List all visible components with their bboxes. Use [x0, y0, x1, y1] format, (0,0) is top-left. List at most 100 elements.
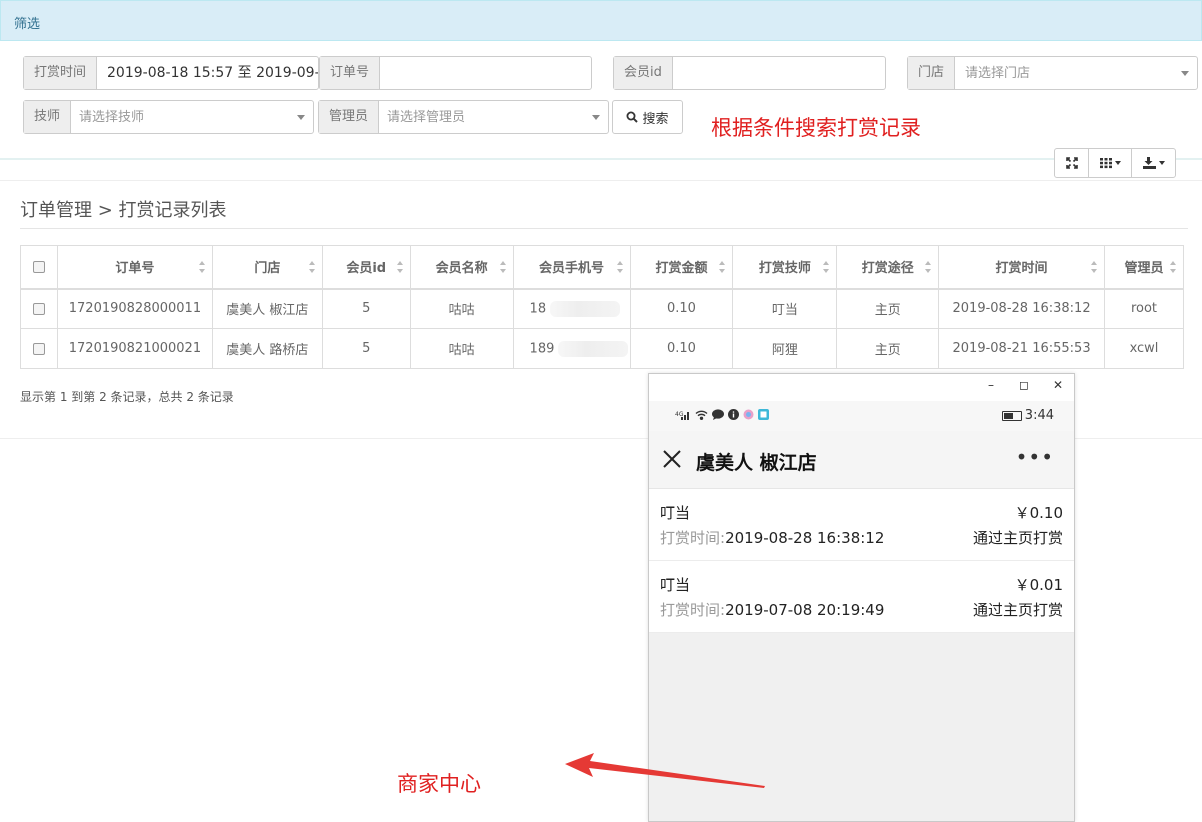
phone-partial: 18: [529, 301, 547, 317]
column-header[interactable]: 会员手机号: [512, 245, 631, 290]
record-amount: ￥0.01: [1014, 576, 1063, 594]
column-header-label: 会员id: [346, 261, 387, 277]
column-header[interactable]: 会员名称: [409, 245, 514, 290]
record-time: 打赏时间:2019-07-08 20:19:49: [660, 599, 884, 620]
column-header[interactable]: 打赏技师: [732, 245, 838, 290]
minimize-icon[interactable]: –: [983, 378, 999, 392]
order-no-input[interactable]: [380, 57, 591, 89]
status-icons: 4G: [675, 409, 769, 420]
amount-cell: 0.10: [629, 288, 734, 329]
technician-field[interactable]: 技师 请选择技师: [23, 100, 314, 134]
channel-cell: 主页: [836, 288, 940, 329]
list-item[interactable]: 叮当 ￥0.10 打赏时间:2019-08-28 16:38:12 通过主页打赏: [649, 489, 1074, 561]
search-button-label: 搜索: [642, 110, 669, 126]
column-header-label: 订单号: [115, 261, 155, 277]
message-icon: [712, 409, 724, 420]
admin-select[interactable]: 请选择管理员: [379, 101, 608, 133]
reward-time-field[interactable]: 打赏时间 2019-08-18 15:57 至 2019-09-18 15:57: [23, 56, 319, 90]
record-channel: 通过主页打赏: [972, 601, 1063, 619]
row-checkbox[interactable]: [32, 302, 45, 315]
member-id-input[interactable]: [673, 57, 885, 89]
member-id-label: 会员id: [614, 57, 673, 89]
column-header-label: 打赏途径: [861, 261, 914, 277]
search-annotation: 根据条件搜索打赏记录: [711, 116, 921, 140]
record-amount: ￥0.10: [1014, 504, 1063, 522]
page: 筛选 打赏时间 2019-08-18 15:57 至 2019-09-18 15…: [0, 0, 1202, 822]
column-header-label: 打赏技师: [758, 261, 811, 277]
app-icon: [743, 409, 754, 420]
select-all-checkbox[interactable]: [32, 260, 45, 273]
search-icon: [626, 111, 639, 123]
row-select-cell: [20, 288, 58, 329]
sort-icon: [1090, 261, 1098, 273]
store-cell: 虞美人 椒江店: [211, 288, 323, 329]
order-no-field[interactable]: 订单号: [319, 56, 592, 90]
row-checkbox[interactable]: [32, 342, 45, 355]
admin-placeholder: 请选择管理员: [387, 110, 466, 125]
amount-cell: 0.10: [629, 328, 734, 369]
export-icon: [1142, 157, 1156, 169]
column-header[interactable]: 打赏时间: [938, 245, 1105, 290]
close-window-icon[interactable]: ✕: [1050, 378, 1066, 392]
redacted-mask: [558, 340, 629, 357]
pagination-info: 显示第 1 到第 2 条记录，总共 2 条记录: [20, 390, 234, 404]
column-header-label: 打赏时间: [995, 261, 1048, 277]
export-button[interactable]: [1132, 149, 1175, 177]
columns-icon: [1099, 158, 1112, 169]
member-name-cell: 咕咕: [409, 328, 514, 369]
phone-status-bar: 4G 3:44: [649, 401, 1074, 431]
member-id-field[interactable]: 会员id: [613, 56, 886, 90]
window-titlebar: – ◻ ✕: [649, 374, 1074, 401]
column-header[interactable]: 打赏金额: [629, 245, 734, 290]
divider: [0, 158, 1202, 160]
technician-placeholder: 请选择技师: [79, 110, 145, 125]
record-time-value: 2019-08-28 16:38:12: [725, 529, 885, 547]
maximize-icon[interactable]: ◻: [1016, 378, 1032, 392]
reward-time-input[interactable]: 2019-08-18 15:57 至 2019-09-18 15:57: [97, 57, 318, 89]
search-button[interactable]: 搜索: [612, 100, 683, 134]
sort-icon: [719, 261, 726, 273]
column-header-label: 打赏金额: [655, 261, 708, 277]
close-icon[interactable]: [663, 450, 681, 468]
store-cell: 虞美人 路桥店: [211, 328, 323, 369]
member-id-cell: 5: [321, 288, 411, 329]
merchant-annotation: 商家中心: [397, 772, 481, 796]
admin-cell: xcwl: [1103, 328, 1185, 369]
record-channel: 通过主页打赏: [972, 529, 1063, 547]
sort-icon: [1170, 261, 1177, 273]
column-header[interactable]: 管理员: [1103, 245, 1185, 290]
column-header-label: 会员名称: [435, 261, 488, 277]
filter-header-label: 筛选: [14, 17, 41, 32]
column-header[interactable]: 会员id: [321, 245, 411, 290]
chevron-down-icon: [297, 115, 305, 120]
column-header[interactable]: 订单号: [56, 245, 213, 290]
store-field[interactable]: 门店 请选择门店: [907, 56, 1198, 90]
table-row[interactable]: 1720190828000011 虞美人 椒江店 5 咕咕 18 0.10 叮当…: [20, 288, 1185, 329]
battery-icon: [1002, 411, 1022, 421]
column-header[interactable]: 打赏途径: [836, 245, 940, 290]
technician-cell: 叮当: [732, 288, 838, 329]
select-all-cell: [20, 245, 58, 290]
svg-text:4G: 4G: [675, 411, 684, 418]
record-time-value: 2019-07-08 20:19:49: [725, 601, 885, 619]
fullscreen-button[interactable]: [1055, 149, 1089, 177]
column-header[interactable]: 门店: [211, 245, 323, 290]
columns-button[interactable]: [1089, 149, 1132, 177]
record-technician: 叮当: [660, 504, 691, 522]
more-icon[interactable]: •••: [1016, 445, 1054, 469]
sort-icon: [396, 261, 404, 273]
app-icon: [758, 409, 769, 420]
annotation-arrow: [565, 753, 765, 788]
sort-icon: [616, 261, 624, 273]
column-header-label: 管理员: [1124, 261, 1164, 277]
admin-field[interactable]: 管理员 请选择管理员: [318, 100, 609, 134]
table-row[interactable]: 1720190821000021 虞美人 路桥店 5 咕咕 189 0.10 阿…: [20, 328, 1185, 369]
time-cell: 2019-08-21 16:55:53: [938, 328, 1105, 369]
technician-select[interactable]: 请选择技师: [71, 101, 313, 133]
divider: [0, 180, 1202, 181]
list-item[interactable]: 叮当 ￥0.01 打赏时间:2019-07-08 20:19:49 通过主页打赏: [649, 561, 1074, 633]
fullscreen-icon: [1065, 157, 1078, 169]
sort-icon: [499, 261, 507, 273]
reward-records-table: 订单号 门店 会员id 会员名称 会员手机号 打赏金额 打赏技师 打赏途径 打赏…: [20, 245, 1185, 369]
store-select[interactable]: 请选择门店: [955, 57, 1197, 89]
